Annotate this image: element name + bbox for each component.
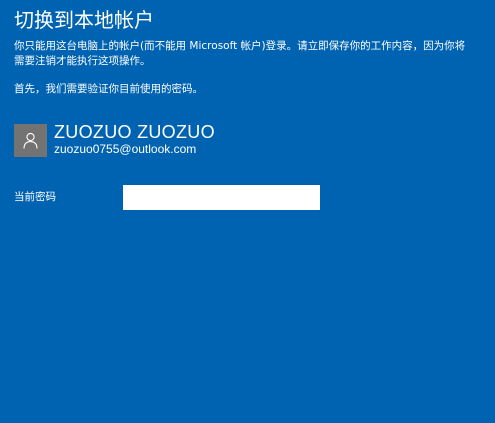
account-email: zuozuo0755@outlook.com	[54, 142, 197, 156]
verify-prompt: 首先，我们需要验证你目前使用的密码。	[14, 83, 203, 95]
account-text: ZUOZUO ZUOZUO zuozuo0755@outlook.com	[54, 123, 215, 157]
current-password-label: 当前密码	[14, 191, 56, 203]
account-info: ZUOZUO ZUOZUO zuozuo0755@outlook.com	[14, 123, 215, 157]
switch-to-local-account-page: 切换到本地帐户 你只能用这台电脑上的帐户(而不能用 Microsoft 帐户)登…	[0, 0, 495, 423]
page-description: 你只能用这台电脑上的帐户(而不能用 Microsoft 帐户)登录。请立即保存你…	[14, 40, 466, 67]
avatar	[14, 123, 47, 157]
current-password-input[interactable]	[123, 185, 320, 210]
page-title: 切换到本地帐户	[14, 8, 154, 32]
user-silhouette-icon	[23, 132, 38, 149]
account-name: ZUOZUO ZUOZUO	[54, 122, 215, 142]
